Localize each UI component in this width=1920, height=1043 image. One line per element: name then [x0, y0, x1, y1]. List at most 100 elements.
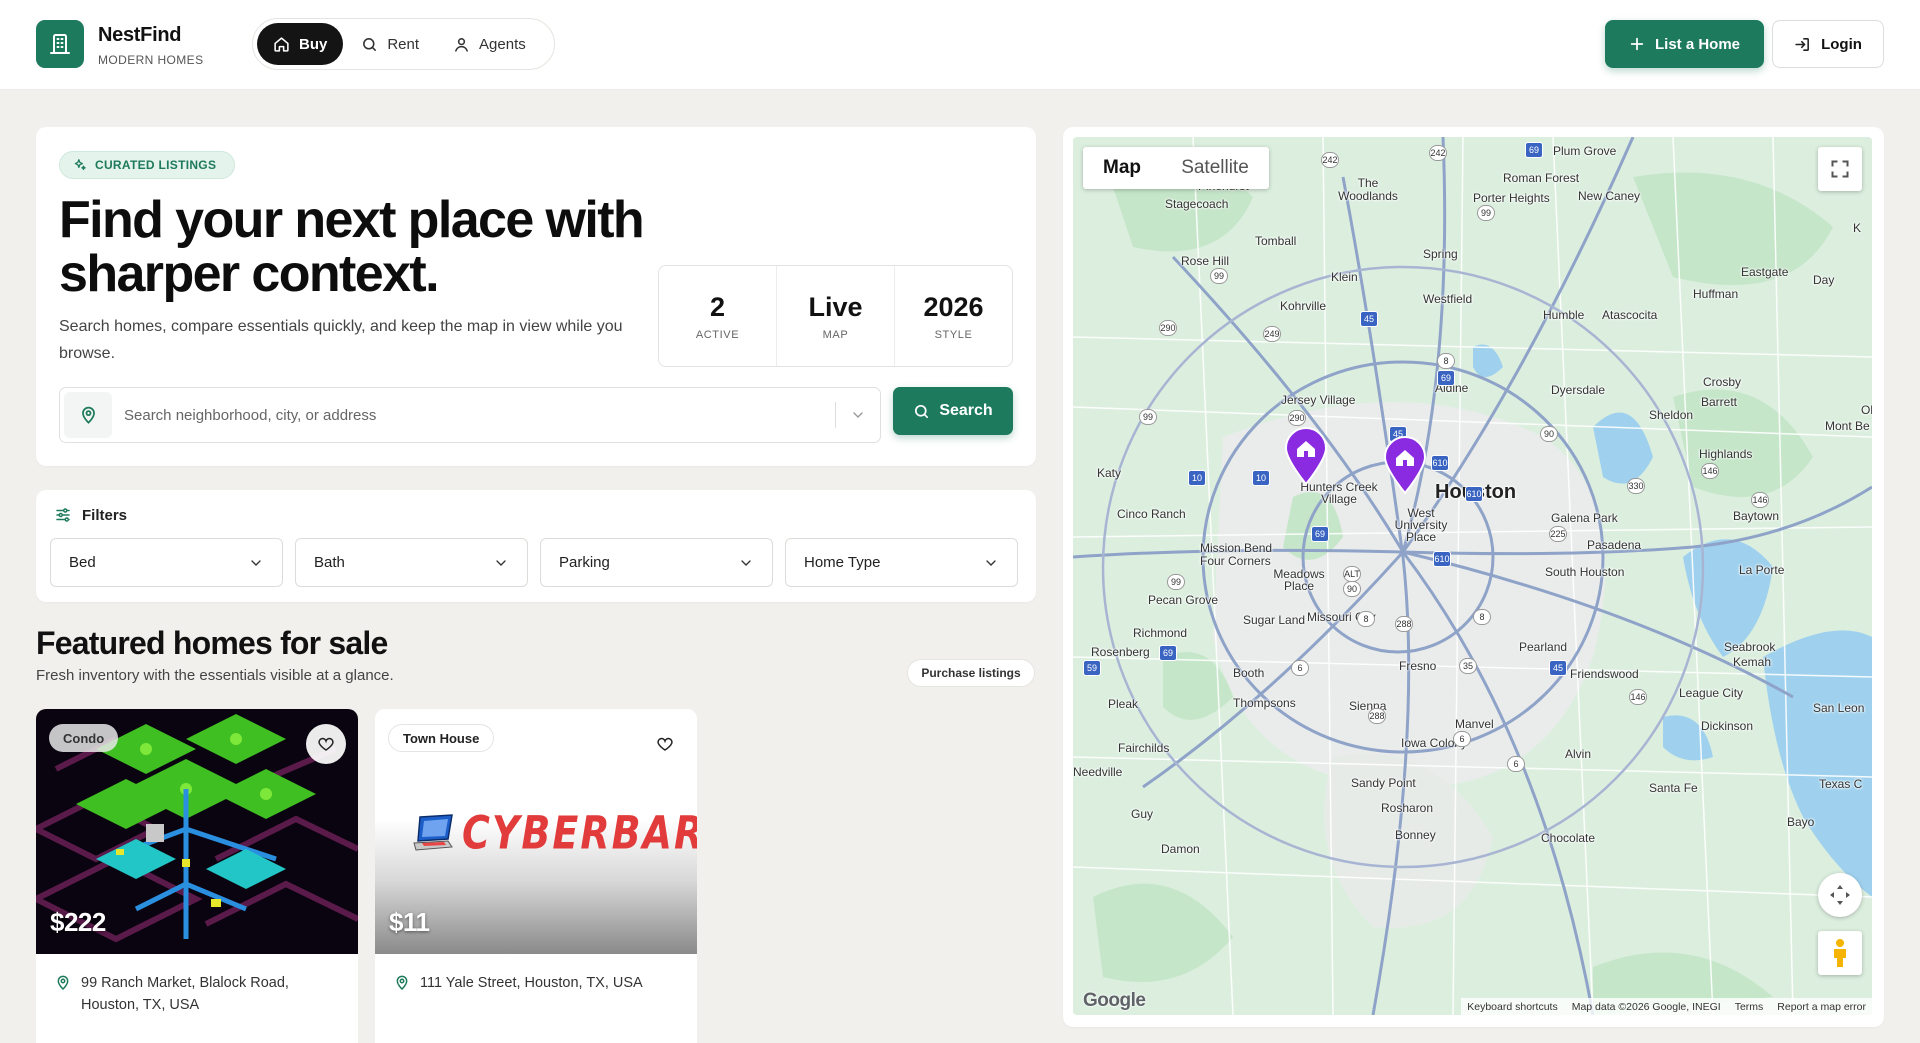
nav-rent-label: Rent	[387, 35, 420, 53]
nav-buy[interactable]: Buy	[257, 23, 344, 65]
map-label: Crosby	[1703, 375, 1742, 389]
brand-logo[interactable]	[36, 20, 84, 68]
nav-rent[interactable]: Rent	[345, 23, 435, 65]
listing-price: $222	[50, 907, 106, 937]
map-label: Roman Forest	[1503, 171, 1580, 185]
map-label: Eastgate	[1741, 265, 1789, 279]
highway-shield: 10	[1188, 470, 1206, 486]
map-label: Needville	[1073, 765, 1123, 779]
map-label: Spring	[1423, 247, 1458, 261]
filter-bed-select[interactable]: Bed	[50, 538, 283, 587]
listing-card[interactable]: CYBERBAR Town House $11 111 Yale Street,…	[375, 709, 697, 1043]
map-label: Humble	[1543, 308, 1585, 322]
highway-shield: 10	[1252, 470, 1270, 486]
map-label: Mission Bend	[1200, 541, 1273, 555]
highway-shield: 249	[1263, 326, 1281, 342]
highway-shield: 146	[1629, 689, 1647, 705]
map-label: Richmond	[1133, 626, 1188, 640]
filter-home-type-value: Home Type	[804, 554, 881, 571]
map-label: Fresno	[1399, 659, 1437, 673]
nav-agents-label: Agents	[479, 35, 526, 53]
login-button[interactable]: Login	[1772, 20, 1884, 68]
stat-style-value: 2026	[923, 291, 984, 322]
map-label: Guy	[1131, 807, 1154, 821]
move-arrows-icon	[1830, 885, 1850, 905]
home-marker-icon	[1383, 436, 1427, 495]
purchase-listings-pill[interactable]: Purchase listings	[907, 659, 1035, 687]
list-a-home-button[interactable]: List a Home	[1605, 20, 1764, 68]
highway-shield: 610	[1433, 551, 1451, 567]
map-label: Stagecoach	[1165, 197, 1229, 211]
map-type-satellite[interactable]: Satellite	[1161, 147, 1269, 189]
listing-tag: Town House	[388, 724, 495, 752]
map-type-map[interactable]: Map	[1083, 147, 1161, 189]
map-label: Mont Be	[1825, 419, 1870, 433]
map-camera-control[interactable]	[1818, 873, 1862, 917]
user-icon	[455, 37, 468, 52]
search-button[interactable]: Search	[893, 387, 1013, 435]
listing-address: 111 Yale Street, Houston, TX, USA	[394, 972, 684, 994]
map-label: Sheldon	[1649, 408, 1694, 422]
filter-bath-value: Bath	[314, 554, 345, 571]
map-label: Dyersdale	[1551, 383, 1606, 397]
nav-agents[interactable]: Agents	[437, 23, 542, 65]
map-label: New Caney	[1578, 189, 1641, 203]
favorite-button[interactable]	[645, 724, 685, 764]
map-label: Rosenberg	[1091, 645, 1150, 659]
listing-map-marker[interactable]	[1282, 426, 1330, 491]
curated-badge-label: CURATED LISTINGS	[95, 158, 217, 172]
street-view-pegman[interactable]	[1818, 931, 1862, 975]
listing-card[interactable]: Condo $222 99 Ranch Market, Blalock Road…	[36, 709, 358, 1043]
fullscreen-button[interactable]	[1818, 147, 1862, 191]
map-label: Westfield	[1423, 292, 1473, 306]
filter-parking-select[interactable]: Parking	[540, 538, 773, 587]
map-data-credit: Map data ©2026 Google, INEGI	[1571, 1000, 1721, 1013]
search-input[interactable]	[112, 406, 835, 424]
highway-shield: 99	[1139, 409, 1157, 425]
listing-image[interactable]: CYBERBAR Town House $11	[375, 709, 697, 954]
heart-icon	[657, 737, 673, 751]
map-label: Highlands	[1699, 447, 1753, 461]
featured-title: Featured homes for sale	[36, 625, 388, 661]
search-dropdown-toggle[interactable]	[836, 407, 880, 423]
highway-shield: 610	[1431, 455, 1449, 471]
map-label: Plum Grove	[1553, 144, 1617, 158]
highway-shield: 146	[1751, 492, 1769, 508]
nav-buy-label: Buy	[299, 35, 328, 53]
map-label: Kemah	[1733, 655, 1772, 669]
map-label: Thompsons	[1233, 696, 1296, 710]
filters-card: Filters Bed Bath Parking Home Type	[36, 490, 1036, 602]
google-logo: Google	[1083, 990, 1146, 1012]
map-label: Bayo	[1787, 815, 1815, 829]
filter-home-type-select[interactable]: Home Type	[785, 538, 1018, 587]
highway-shield: 6	[1291, 660, 1309, 676]
listing-image[interactable]: Condo $222	[36, 709, 358, 954]
highway-shield: 8	[1473, 609, 1491, 625]
filter-bath-select[interactable]: Bath	[295, 538, 528, 587]
highway-shield: ALT	[1343, 566, 1361, 582]
keyboard-shortcuts-link[interactable]: Keyboard shortcuts	[1467, 1001, 1557, 1013]
building-icon	[50, 34, 70, 54]
highway-shield: 288	[1368, 708, 1386, 724]
favorite-button[interactable]	[306, 724, 346, 764]
listing-tag: Condo	[49, 724, 119, 752]
stat-map: Live MAP	[777, 266, 895, 366]
report-error-link[interactable]: Report a map error	[1777, 1001, 1866, 1013]
listing-map-marker[interactable]	[1381, 435, 1429, 500]
map-label: Chocolate	[1541, 831, 1596, 845]
stat-active-value: 2	[709, 291, 726, 322]
highway-shield: 330	[1627, 478, 1645, 494]
map-label: K	[1853, 221, 1862, 235]
filter-selects: Bed Bath Parking Home Type	[50, 538, 1018, 587]
map-canvas[interactable]: Plum Grove Roman Forest The Woodlands Pi…	[1073, 137, 1872, 1015]
highway-shield: 225	[1549, 526, 1567, 542]
terms-link[interactable]: Terms	[1735, 1001, 1764, 1013]
highway-shield: 69	[1159, 645, 1177, 661]
listing-address-text: 99 Ranch Market, Blalock Road, Houston, …	[81, 975, 289, 1013]
cyberbar-logo-text: CYBERBAR	[462, 806, 697, 860]
map-label: San Leon	[1813, 701, 1865, 715]
highway-shield: 90	[1343, 581, 1361, 597]
highway-shield: 69	[1525, 142, 1543, 158]
map-label: Barrett	[1701, 395, 1738, 409]
pegman-icon	[1834, 939, 1846, 967]
